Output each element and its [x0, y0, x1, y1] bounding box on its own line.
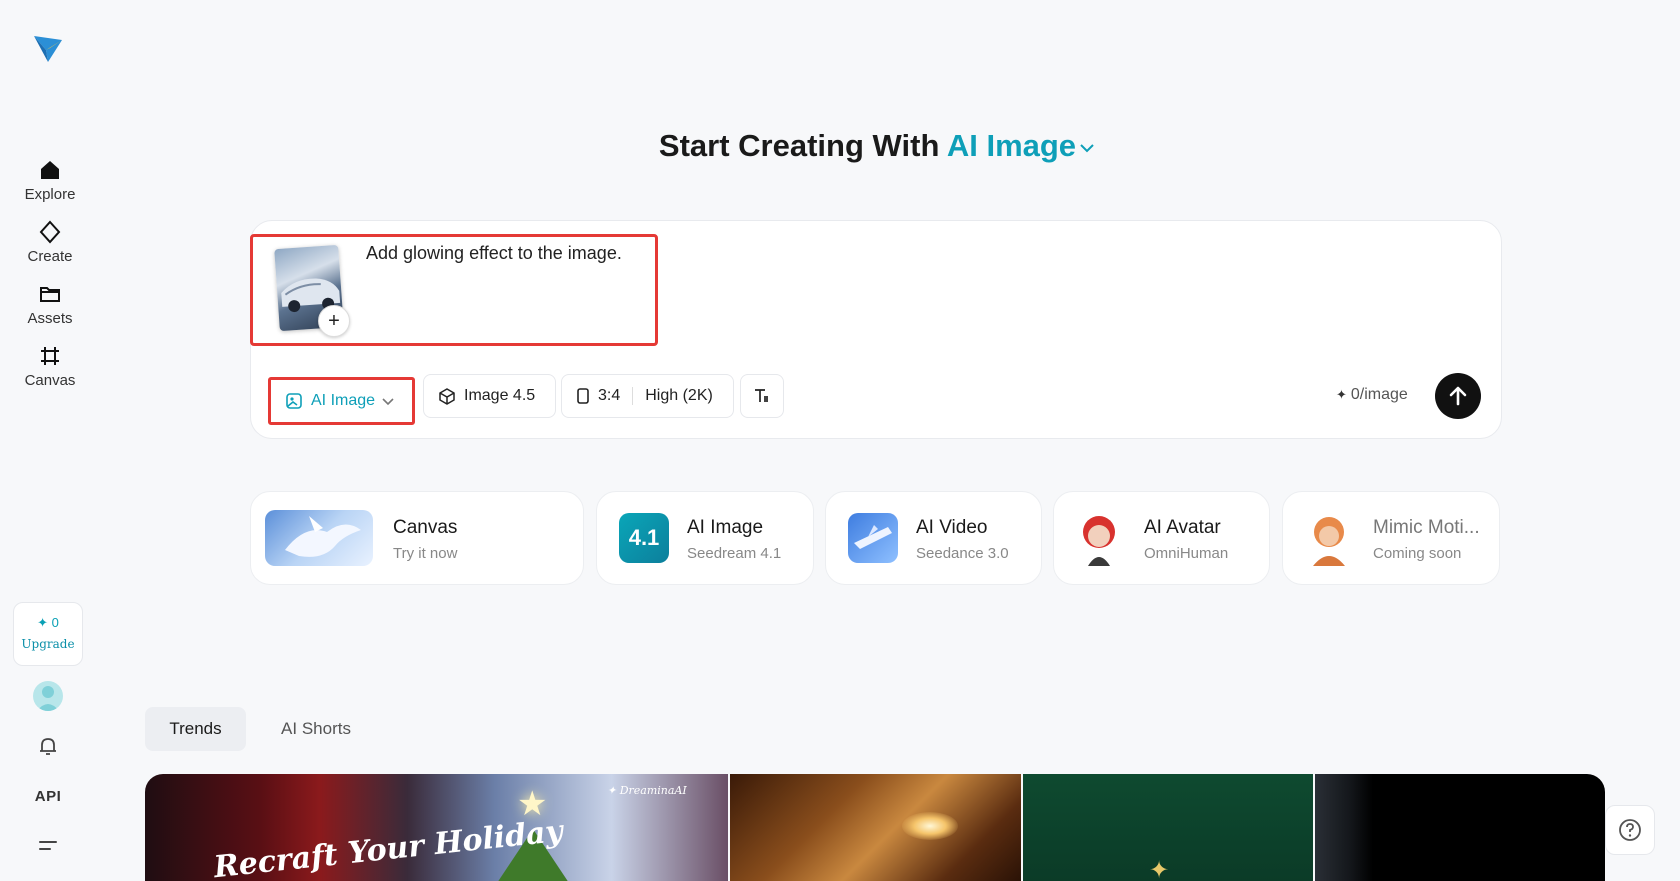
ai-image-badge: 4.1 [628, 525, 660, 550]
diamond-sparkle-icon [39, 220, 61, 244]
credits-count: ✦ 0 [37, 615, 59, 630]
crop-canvas-icon [41, 347, 59, 365]
cost-label: 0/image [1350, 386, 1408, 403]
chevron-down-icon [1080, 144, 1094, 153]
aspect-quality-selector[interactable]: 3:4 High (2K) [561, 374, 734, 418]
tool-subtitle: Seedream 4.1 [687, 545, 782, 562]
tool-subtitle: Coming soon [1373, 545, 1462, 562]
arrow-up-icon [1449, 386, 1467, 406]
tool-card-ai-image[interactable]: 4.1 AI Image Seedream 4.1 [596, 491, 814, 585]
tool-subtitle: OmniHuman [1144, 545, 1229, 562]
sidebar-item-assets[interactable]: Assets [0, 282, 100, 328]
menu-icon[interactable] [36, 836, 60, 856]
sparkle-icon: ✦ [1336, 387, 1347, 402]
add-image-button[interactable]: + [318, 305, 350, 337]
sidebar-item-label: Create [27, 248, 73, 265]
chevron-down-icon [382, 398, 394, 406]
ai-video-icon [848, 513, 898, 563]
help-button[interactable] [1605, 805, 1655, 855]
tab-ai-shorts[interactable]: AI Shorts [266, 707, 366, 751]
text-style-button[interactable] [740, 374, 784, 418]
upgrade-button[interactable]: ✦ 0 Upgrade [13, 602, 83, 666]
aspect-ratio-label: 3:4 [598, 387, 621, 404]
text-icon [755, 389, 768, 402]
folder-icon [40, 287, 60, 302]
tool-title: Mimic Moti... [1373, 517, 1480, 538]
tool-subtitle: Seedance 3.0 [916, 545, 1009, 562]
model-selector[interactable]: Image 4.5 [423, 374, 556, 418]
ai-avatar-icon [1072, 510, 1126, 566]
gallery-tile[interactable]: ★ ✦ DreaminaAI Recraft Your Holiday [145, 774, 728, 881]
generation-type-dropdown[interactable]: AI Image [268, 377, 415, 425]
tool-card-ai-video[interactable]: AI Video Seedance 3.0 [825, 491, 1042, 585]
upgrade-label: Upgrade [21, 637, 75, 651]
sidebar-item-label: Assets [27, 310, 73, 327]
image-edit-icon [286, 393, 302, 409]
trends-gallery: ★ ✦ DreaminaAI Recraft Your Holiday ✦ [145, 774, 1605, 881]
tool-title: AI Avatar [1144, 517, 1221, 538]
divider [632, 387, 634, 405]
sidebar-item-label: Explore [24, 186, 76, 203]
avatar[interactable] [33, 681, 63, 711]
gallery-tile[interactable]: ✦ [1023, 774, 1313, 881]
tool-title: AI Image [687, 517, 764, 538]
dreamina-logo-icon[interactable] [30, 30, 66, 66]
canvas-thumbnail [265, 510, 373, 566]
mimic-motion-icon [1301, 510, 1355, 566]
model-label: Image 4.5 [464, 387, 536, 404]
ai-image-icon: 4.1 [619, 513, 669, 563]
tab-trends[interactable]: Trends [145, 707, 246, 751]
page-title: Start Creating With AI Image [0, 128, 1680, 164]
mode-selector[interactable]: AI Image [947, 128, 1096, 163]
tool-card-canvas[interactable]: Canvas Try it now [250, 491, 584, 585]
sidebar-item-create[interactable]: Create [0, 220, 100, 266]
gallery-tile[interactable] [1315, 774, 1605, 881]
help-icon [1619, 819, 1641, 841]
tool-subtitle: Try it now [393, 545, 458, 562]
sidebar-item-explore[interactable]: Explore [0, 158, 100, 204]
tool-card-ai-avatar[interactable]: AI Avatar OmniHuman [1053, 491, 1270, 585]
sparkle-icon: ✦ [1149, 857, 1170, 881]
bell-icon[interactable] [36, 734, 60, 758]
credits-value: 0 [51, 615, 59, 630]
page-title-prefix: Start Creating With [658, 128, 940, 163]
api-link[interactable]: API [30, 788, 66, 805]
tool-card-mimic-motion[interactable]: Mimic Moti... Coming soon [1282, 491, 1500, 585]
cost-indicator: ✦ 0/image [1336, 386, 1408, 404]
tool-title: AI Video [916, 517, 988, 538]
quality-label: High (2K) [645, 387, 713, 404]
aspect-ratio-icon [577, 388, 589, 404]
lamp-glow [902, 812, 958, 840]
sidebar-item-canvas[interactable]: Canvas [0, 344, 100, 390]
tool-title: Canvas [393, 517, 458, 538]
cube-icon [439, 388, 455, 405]
gallery-brand-label: ✦ DreaminaAI [607, 784, 687, 797]
sidebar-item-label: Canvas [24, 372, 76, 389]
gallery-tile[interactable] [730, 774, 1021, 881]
mode-selector-label: AI Image [946, 128, 1077, 163]
prompt-input[interactable]: Add glowing effect to the image. [366, 243, 622, 264]
generation-type-label: AI Image [311, 392, 376, 409]
generate-button[interactable] [1435, 373, 1481, 419]
